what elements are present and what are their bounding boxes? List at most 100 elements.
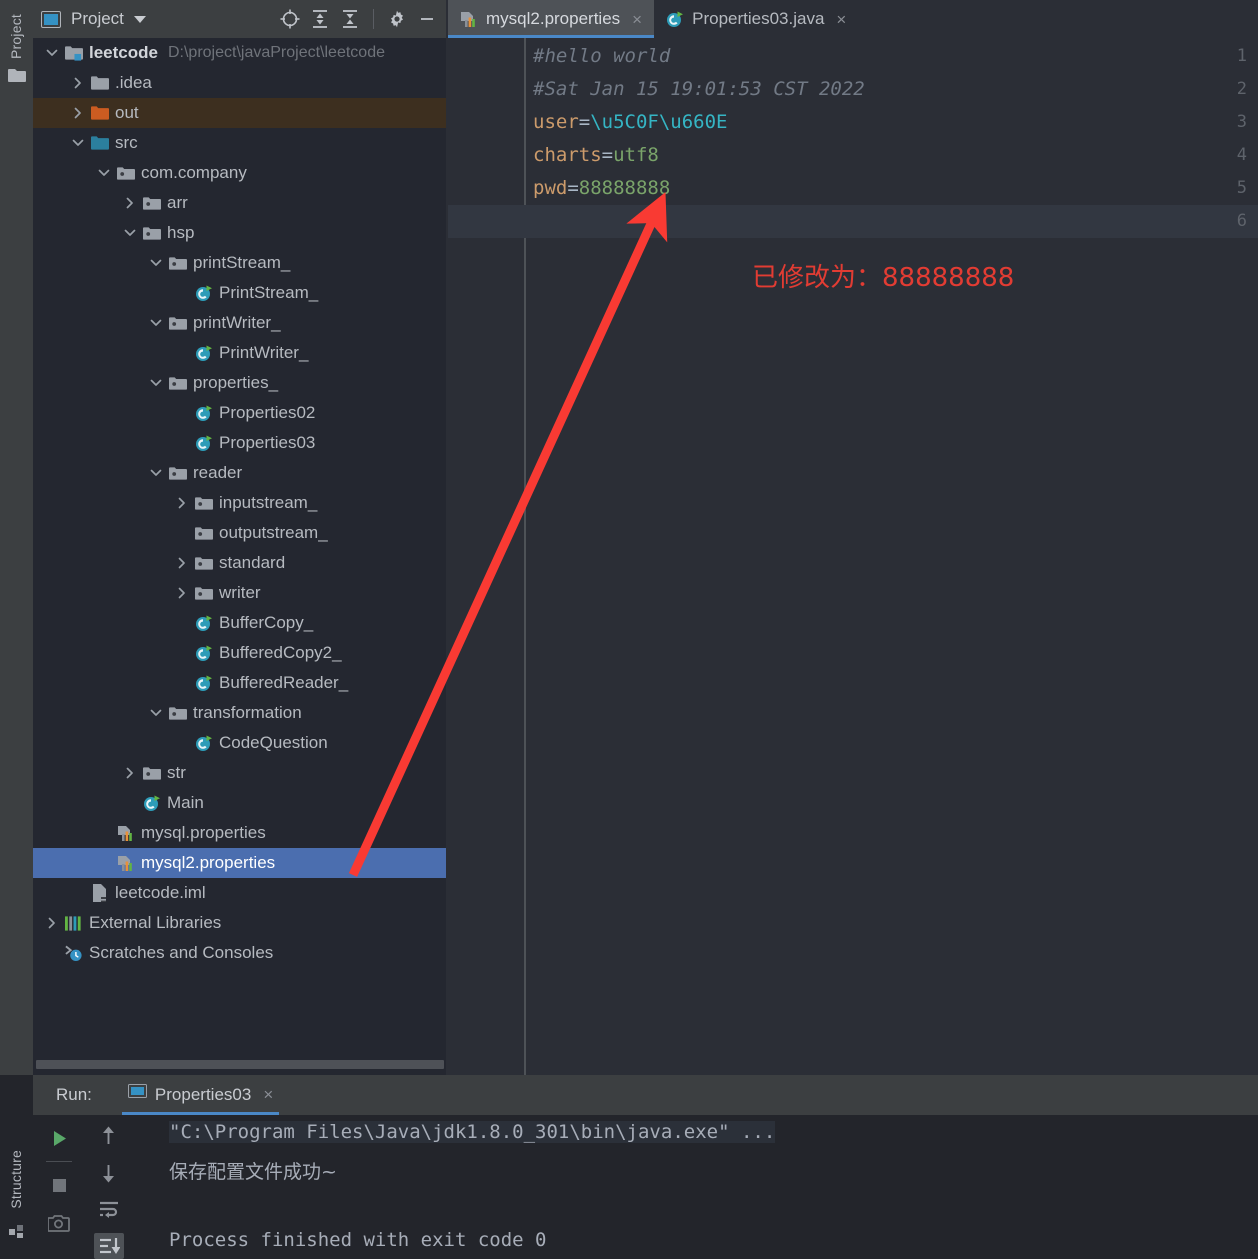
folder-blue-icon	[91, 134, 109, 152]
chevron-down-icon[interactable]	[123, 226, 137, 240]
chevron-down-icon[interactable]	[149, 316, 163, 330]
tree-item-str[interactable]: str	[33, 758, 448, 788]
code-line[interactable]: pwd=88888888	[533, 172, 670, 205]
tree-item-main[interactable]: Main	[33, 788, 448, 818]
minimize-icon[interactable]	[414, 6, 440, 32]
editor-tab-properties03-java[interactable]: Properties03.java ×	[654, 0, 858, 38]
chevron-down-icon[interactable]	[97, 166, 111, 180]
chevron-down-icon[interactable]	[149, 706, 163, 720]
code-token-eq: =	[601, 144, 614, 166]
tree-item-idea[interactable]: .idea	[33, 68, 448, 98]
arrow-up-icon[interactable]	[94, 1123, 124, 1150]
soft-wrap-icon[interactable]	[94, 1196, 124, 1223]
tree-item-com-company[interactable]: com.company	[33, 158, 448, 188]
package-icon	[169, 314, 187, 332]
tree-item-mysql2-properties[interactable]: mysql2.properties	[33, 848, 448, 878]
tree-item-leetcode-iml[interactable]: leetcode.iml	[33, 878, 448, 908]
console-output[interactable]: "C:\Program Files\Java\jdk1.8.0_301\bin\…	[131, 1115, 1258, 1259]
code-line[interactable]: charts=utf8	[533, 139, 659, 172]
tree-item-reader[interactable]: reader	[33, 458, 448, 488]
tree-item-standard[interactable]: standard	[33, 548, 448, 578]
editor-tab-mysql2-properties[interactable]: mysql2.properties ×	[448, 0, 655, 38]
code-editor[interactable]: 123456 #hello world #Sat Jan 15 19:01:53 …	[448, 38, 1258, 1075]
tree-item-codequestion[interactable]: CodeQuestion	[33, 728, 448, 758]
console-line: "C:\Program Files\Java\jdk1.8.0_301\bin\…	[169, 1121, 776, 1143]
tree-item-outputstream[interactable]: outputstream_	[33, 518, 448, 548]
tree-item-inputstream[interactable]: inputstream_	[33, 488, 448, 518]
console-line: Process finished with exit code 0	[169, 1229, 547, 1251]
tree-item-leetcode[interactable]: leetcode D:\project\javaProject\leetcode	[33, 38, 448, 68]
module-folder-icon	[65, 44, 83, 62]
code-line[interactable]: user=\u5C0F\u660E	[533, 106, 728, 139]
code-content[interactable]: #hello world #Sat Jan 15 19:01:53 CST 202…	[526, 38, 1258, 1075]
tree-item-mysql-properties[interactable]: mysql.properties	[33, 818, 448, 848]
tree-item-printwriter[interactable]: PrintWriter_	[33, 338, 448, 368]
tree-item-properties02[interactable]: Properties02	[33, 398, 448, 428]
java-class-icon	[195, 344, 213, 362]
tree-item-label: str	[167, 763, 186, 782]
run-tab-properties03[interactable]: Properties03 ×	[121, 1075, 280, 1115]
code-line[interactable]: #Sat Jan 15 19:01:53 CST 2022	[533, 73, 865, 106]
tree-item-hsp[interactable]: hsp	[33, 218, 448, 248]
chevron-right-icon[interactable]	[71, 106, 85, 120]
tree-item-properties[interactable]: properties_	[33, 368, 448, 398]
tree-arrow-placeholder	[123, 796, 137, 810]
tree-item-writer[interactable]: writer	[33, 578, 448, 608]
tree-item-out[interactable]: out	[33, 98, 448, 128]
chevron-right-icon[interactable]	[123, 196, 137, 210]
tree-arrow-placeholder	[175, 436, 189, 450]
package-icon	[169, 704, 187, 722]
chevron-down-icon[interactable]	[149, 376, 163, 390]
rail-top-section	[0, 0, 33, 1075]
stop-icon[interactable]	[44, 1170, 74, 1200]
tree-item-printstream[interactable]: printStream_	[33, 248, 448, 278]
tree-item-arr[interactable]: arr	[33, 188, 448, 218]
tree-item-properties03[interactable]: Properties03	[33, 428, 448, 458]
tree-item-bufferedcopy2[interactable]: BufferedCopy2_	[33, 638, 448, 668]
chevron-down-icon[interactable]	[45, 46, 59, 60]
chevron-right-icon[interactable]	[71, 76, 85, 90]
chevron-right-icon[interactable]	[45, 916, 59, 930]
project-tree-panel[interactable]: leetcode D:\project\javaProject\leetcode.…	[33, 38, 448, 1075]
chevron-down-icon[interactable]	[149, 466, 163, 480]
chevron-down-icon[interactable]	[133, 15, 146, 23]
tree-item-bufferedreader[interactable]: BufferedReader_	[33, 668, 448, 698]
chevron-right-icon[interactable]	[175, 586, 189, 600]
code-token-eq: =	[567, 177, 579, 199]
tree-item-external-libraries[interactable]: External Libraries	[33, 908, 448, 938]
gear-icon[interactable]	[384, 6, 410, 32]
tree-item-printwriter[interactable]: printWriter_	[33, 308, 448, 338]
rail-button-project[interactable]: Project	[8, 14, 24, 59]
java-class-icon	[195, 614, 213, 632]
annotation-text: 已修改为：88888888	[752, 263, 1015, 293]
tree-item-label: .idea	[115, 73, 152, 92]
rail-button-structure[interactable]: Structure	[8, 1150, 24, 1209]
close-icon[interactable]: ×	[836, 11, 846, 28]
locate-in-tree-icon[interactable]	[277, 6, 303, 32]
close-icon[interactable]: ×	[263, 1085, 273, 1105]
expand-all-icon[interactable]	[307, 6, 333, 32]
arrow-down-icon[interactable]	[94, 1160, 124, 1187]
chevron-right-icon[interactable]	[175, 496, 189, 510]
code-line[interactable]: #hello world	[533, 40, 670, 73]
scroll-to-end-icon[interactable]	[93, 1232, 124, 1259]
tree-item-buffercopy[interactable]: BufferCopy_	[33, 608, 448, 638]
chevron-right-icon[interactable]	[175, 556, 189, 570]
tree-item-label: CodeQuestion	[219, 733, 328, 752]
tree-horizontal-scrollbar[interactable]	[33, 1058, 448, 1070]
close-icon[interactable]: ×	[632, 11, 642, 28]
chevron-down-icon[interactable]	[149, 256, 163, 270]
folder-grey-icon	[91, 74, 109, 92]
collapse-all-icon[interactable]	[337, 6, 363, 32]
chevron-down-icon[interactable]	[71, 136, 85, 150]
tree-scrollbar-thumb[interactable]	[36, 1060, 444, 1069]
chevron-right-icon[interactable]	[123, 766, 137, 780]
rerun-icon[interactable]	[44, 1123, 74, 1153]
tree-item-printstream[interactable]: PrintStream_	[33, 278, 448, 308]
tree-item-src[interactable]: src	[33, 128, 448, 158]
project-window-icon	[41, 10, 61, 28]
tree-item-scratches-and-consoles[interactable]: Scratches and Consoles	[33, 938, 448, 968]
camera-icon[interactable]	[44, 1208, 74, 1238]
tree-arrow-placeholder	[175, 646, 189, 660]
tree-item-transformation[interactable]: transformation	[33, 698, 448, 728]
